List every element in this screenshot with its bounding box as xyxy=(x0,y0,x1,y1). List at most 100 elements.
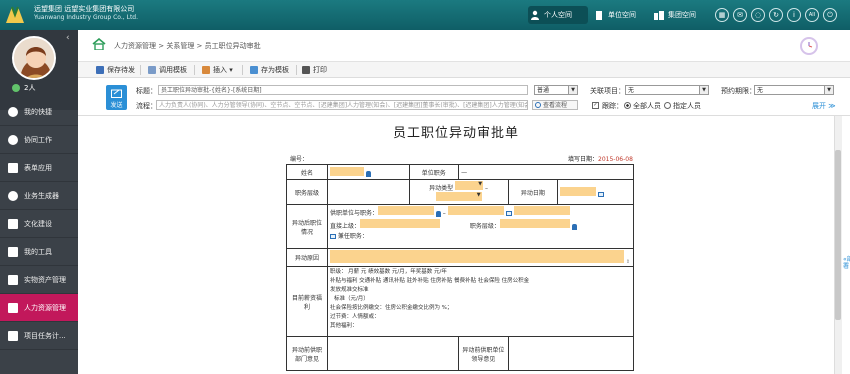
generator-icon xyxy=(8,191,18,201)
sidebar-item-label: 表单应用 xyxy=(24,164,52,172)
change-type-select[interactable]: ▼ xyxy=(455,181,484,190)
chevron-down-icon: ▼ xyxy=(568,86,577,94)
tools-icon xyxy=(8,247,18,257)
sidebar-item-hr[interactable]: 人力资源管理 xyxy=(0,294,78,322)
project-icon xyxy=(8,331,18,341)
refresh-icon[interactable]: ↻ xyxy=(769,8,783,22)
name-field[interactable] xyxy=(329,166,364,176)
document-area: 员工职位异动审批单 编号： 填写日期：2015-06-08 姓名 单位职务 — … xyxy=(78,116,834,374)
save-draft-button[interactable]: 保存待发 xyxy=(96,65,135,75)
after-label: 异动后职位情况 xyxy=(291,219,322,236)
sidebar-item-tools[interactable]: 我的工具 xyxy=(0,238,78,266)
subject-label: 标题： xyxy=(136,87,157,95)
related-project-label: 关联项目： xyxy=(590,87,625,95)
reason-field[interactable] xyxy=(329,250,624,263)
sidebar-item-project-tasks[interactable]: 项目任务计... xyxy=(0,322,78,350)
change-subtype-select[interactable]: ▼ xyxy=(435,192,482,201)
sidebar-item-business-generator[interactable]: 业务生成器 xyxy=(0,182,78,210)
tab-unit-space[interactable]: 单位空间 xyxy=(592,6,646,24)
pre-dept-label-cell: 异动前供职部门意见 xyxy=(286,336,328,371)
sidebar-item-collaboration[interactable]: 协同工作 xyxy=(0,126,78,154)
flow-input[interactable]: 人力负责人(协同)、人力分管领导(协同)、空节点、空节点、[迟建集团]人力管理(… xyxy=(156,100,528,110)
logo-icon xyxy=(6,6,24,23)
after-level-label: 职务层级： xyxy=(469,223,500,230)
superior-select-icon[interactable] xyxy=(329,234,336,239)
pre-dept-field[interactable] xyxy=(326,336,460,371)
priority-select[interactable]: 普通 ▼ xyxy=(534,85,578,95)
print-button[interactable]: 打印 xyxy=(302,65,327,75)
chat-icon[interactable]: ◌ xyxy=(751,8,765,22)
calendar-icon[interactable] xyxy=(598,191,605,197)
send-button[interactable]: 发送 xyxy=(106,85,127,110)
after-level-field[interactable] xyxy=(499,219,570,228)
chevron-down-icon: ▼ xyxy=(824,86,833,94)
toolbar-divider xyxy=(140,65,141,75)
fill-date-label: 填写日期： xyxy=(568,156,599,163)
power-icon[interactable]: ⏻ xyxy=(823,8,837,22)
insert-button[interactable]: 插入 ▾ xyxy=(202,65,233,75)
right-panel-label: «部署 xyxy=(843,256,850,270)
sidebar-item-shortcuts[interactable]: 我的快捷 xyxy=(0,98,78,126)
all-icon[interactable]: All xyxy=(805,8,819,22)
view-flow-button[interactable]: 查看流程 xyxy=(532,100,578,110)
change-date-label-cell: 异动日期 xyxy=(507,179,559,205)
after-unit-label: 供职单位与职务： xyxy=(329,210,378,217)
online-status-icon xyxy=(12,84,20,92)
button-label: 保存待发 xyxy=(107,66,135,74)
reason-label: 异动原因 xyxy=(294,255,319,262)
company-name-en: Yuanwang Industry Group Co., Ltd. xyxy=(34,14,139,21)
after-superior-field[interactable] xyxy=(359,219,440,228)
tab-personal-space[interactable]: 个人空间 xyxy=(528,6,588,24)
expand-link[interactable]: 展开 ≫ xyxy=(812,101,836,111)
home-icon[interactable] xyxy=(92,38,106,50)
person-select-icon[interactable] xyxy=(365,171,371,177)
name-label: 姓名 xyxy=(300,169,313,177)
culture-icon xyxy=(8,219,18,229)
sidebar-item-culture[interactable]: 文化建设 xyxy=(0,210,78,238)
sidebar-item-label: 业务生成器 xyxy=(24,192,59,200)
collapse-icon[interactable]: ‹ xyxy=(66,33,70,43)
after-post-field[interactable] xyxy=(447,206,504,215)
sidebar-item-forms[interactable]: 表单应用 xyxy=(0,154,78,182)
person-icon xyxy=(531,10,539,20)
scrollbar-thumb[interactable] xyxy=(835,150,841,320)
level-select-icon[interactable] xyxy=(571,223,577,230)
assets-icon xyxy=(8,275,18,285)
pre-dept-label: 异动前供职部门意见 xyxy=(291,346,322,363)
attach-icon xyxy=(202,66,210,74)
pre-leader-label: 异动前供职单位领导意见 xyxy=(462,346,505,363)
related-project-select[interactable]: 无 ▼ xyxy=(625,85,709,95)
tab-group-space[interactable]: 集团空间 xyxy=(652,6,708,24)
track-assigned-radio[interactable] xyxy=(664,102,671,109)
pre-leader-field[interactable] xyxy=(507,336,635,371)
after-unit-field[interactable] xyxy=(377,206,434,215)
track-checkbox[interactable]: ✓ xyxy=(592,102,599,109)
save-template-button[interactable]: 存为模板 xyxy=(250,65,289,75)
use-template-button[interactable]: 调用模板 xyxy=(148,65,187,75)
deadline-label: 预约期限： xyxy=(721,87,756,95)
message-icon[interactable]: ✉ xyxy=(733,8,747,22)
sidebar-item-label: 人力资源管理 xyxy=(24,304,66,312)
fill-date-value: 2015-06-08 xyxy=(598,156,633,163)
change-date-field[interactable] xyxy=(560,186,597,196)
change-date-label: 异动日期 xyxy=(520,189,545,197)
chevron-down-icon: ▼ xyxy=(699,86,708,94)
salary-label: 目前薪资福利 xyxy=(291,294,322,311)
flow-label: 流程： xyxy=(136,102,157,110)
send-icon xyxy=(111,89,122,98)
info-icon[interactable]: i xyxy=(787,8,801,22)
plus-icon xyxy=(8,107,18,117)
sidebar-item-assets[interactable]: 实物资产管理 xyxy=(0,266,78,294)
right-panel-toggle[interactable]: «部署 xyxy=(842,116,850,374)
after-label-cell: 异动后职位情况 xyxy=(286,204,328,249)
track-all-radio[interactable] xyxy=(624,102,631,109)
change-type-label: 异动类型 xyxy=(429,185,454,192)
grid-icon[interactable]: ▦ xyxy=(715,8,729,22)
scroll-arrows-icon: ⇕ xyxy=(625,259,631,265)
subject-input[interactable]: 员工职位异动审批-{姓名}-[系统日期] xyxy=(158,85,528,95)
after-post-extra-field[interactable] xyxy=(513,206,570,215)
post-select-icon[interactable] xyxy=(505,211,512,216)
org-select-icon[interactable] xyxy=(435,210,441,217)
avatar[interactable] xyxy=(12,36,56,80)
deadline-select[interactable]: 无 ▼ xyxy=(754,85,834,95)
